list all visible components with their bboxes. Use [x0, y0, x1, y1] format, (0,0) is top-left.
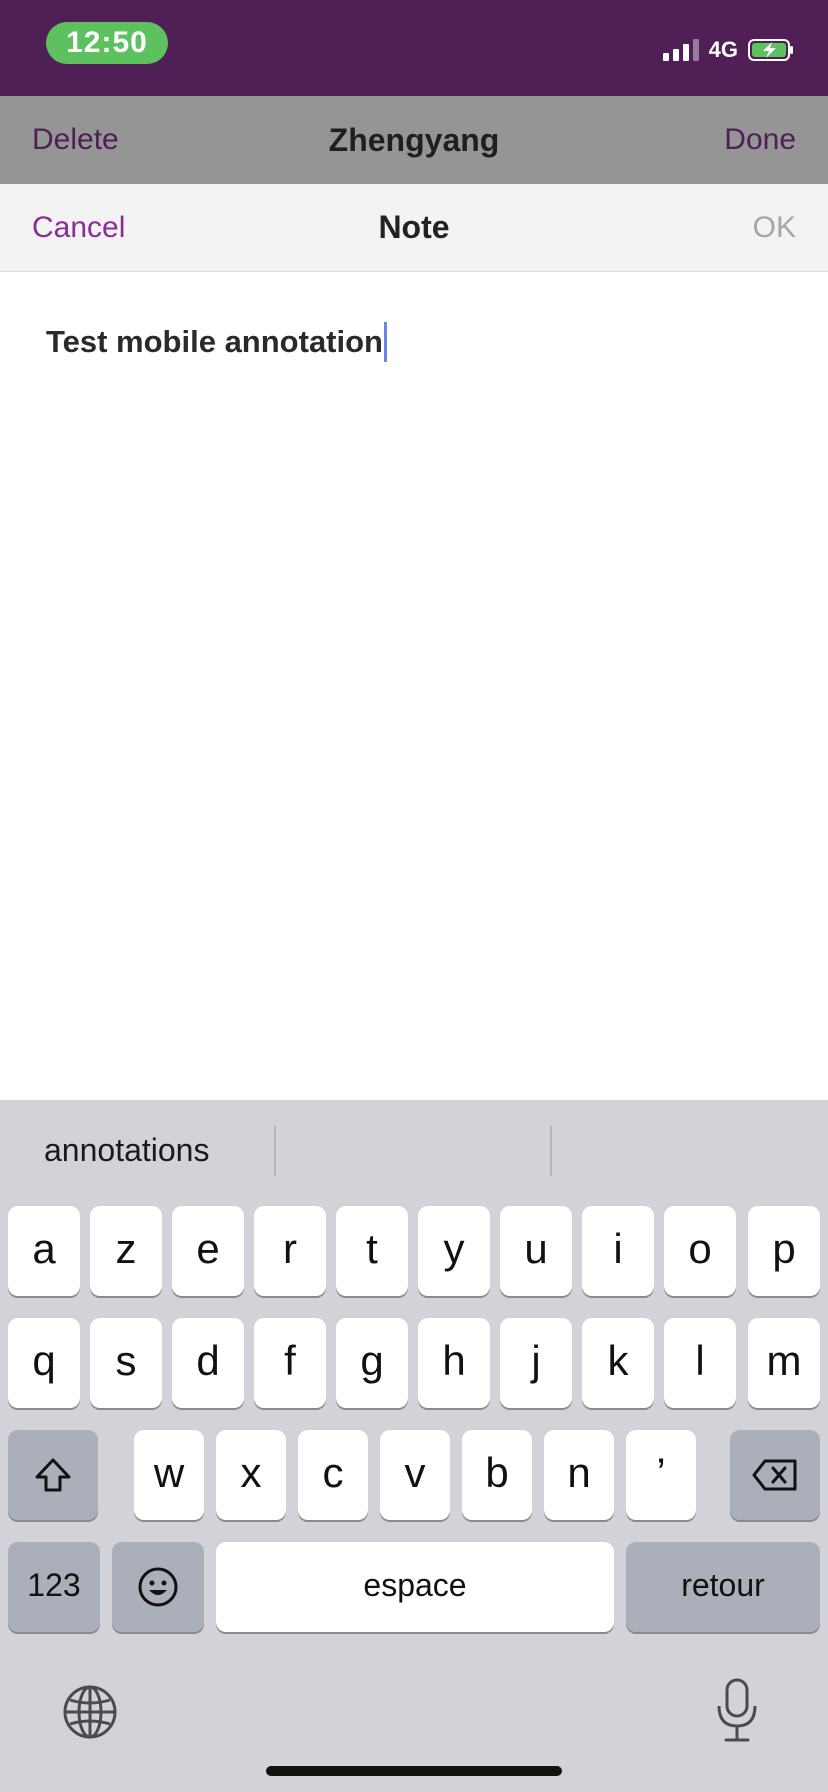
backspace-icon: [752, 1459, 797, 1491]
key-j[interactable]: j: [500, 1318, 572, 1408]
page-title: Zhengyang: [328, 122, 500, 158]
keyboard: annotations a z e r t y u i o p q s d f …: [0, 1100, 828, 1792]
emoji-key[interactable]: [112, 1542, 204, 1632]
key-apostrophe[interactable]: ’: [626, 1430, 696, 1520]
key-w[interactable]: w: [134, 1430, 204, 1520]
shift-key[interactable]: [8, 1430, 98, 1520]
key-h[interactable]: h: [418, 1318, 490, 1408]
suggestion-1[interactable]: annotations: [44, 1100, 209, 1200]
key-c[interactable]: c: [298, 1430, 368, 1520]
key-l[interactable]: l: [664, 1318, 736, 1408]
note-text-content[interactable]: Test mobile annotation: [46, 322, 387, 362]
suggestion-2[interactable]: [276, 1100, 550, 1200]
key-y[interactable]: y: [418, 1206, 490, 1296]
key-d[interactable]: d: [172, 1318, 244, 1408]
key-r[interactable]: r: [254, 1206, 326, 1296]
status-indicators: 4G: [662, 36, 794, 64]
suggestion-3[interactable]: [552, 1100, 828, 1200]
key-p[interactable]: p: [748, 1206, 820, 1296]
key-t[interactable]: t: [336, 1206, 408, 1296]
key-f[interactable]: f: [254, 1318, 326, 1408]
note-text-value: Test mobile annotation: [46, 324, 383, 359]
key-i[interactable]: i: [582, 1206, 654, 1296]
signal-bars-icon: [662, 39, 699, 61]
key-x[interactable]: x: [216, 1430, 286, 1520]
note-header: Cancel Note OK: [0, 184, 828, 272]
space-key[interactable]: espace: [216, 1542, 614, 1632]
note-title: Note: [378, 209, 450, 245]
key-k[interactable]: k: [582, 1318, 654, 1408]
microphone-icon[interactable]: [714, 1678, 760, 1744]
note-text-area[interactable]: Test mobile annotation: [0, 272, 828, 1100]
backspace-key[interactable]: [730, 1430, 820, 1520]
home-indicator[interactable]: [266, 1766, 562, 1776]
globe-icon[interactable]: [62, 1684, 118, 1740]
key-m[interactable]: m: [748, 1318, 820, 1408]
emoji-icon: [138, 1567, 178, 1607]
key-n[interactable]: n: [544, 1430, 614, 1520]
key-a[interactable]: a: [8, 1206, 80, 1296]
key-s[interactable]: s: [90, 1318, 162, 1408]
network-type: 4G: [708, 37, 738, 62]
key-u[interactable]: u: [500, 1206, 572, 1296]
numbers-key[interactable]: 123: [8, 1542, 100, 1632]
text-caret: [384, 322, 387, 362]
shift-icon: [35, 1458, 71, 1492]
key-z[interactable]: z: [90, 1206, 162, 1296]
ok-button[interactable]: OK: [753, 184, 796, 271]
key-o[interactable]: o: [664, 1206, 736, 1296]
key-v[interactable]: v: [380, 1430, 450, 1520]
key-g[interactable]: g: [336, 1318, 408, 1408]
key-e[interactable]: e: [172, 1206, 244, 1296]
key-q[interactable]: q: [8, 1318, 80, 1408]
suggestion-bar: annotations: [0, 1100, 828, 1200]
top-navigation-bar: Delete Zhengyang Done: [0, 96, 828, 184]
done-button[interactable]: Done: [724, 96, 796, 184]
key-b[interactable]: b: [462, 1430, 532, 1520]
return-key[interactable]: retour: [626, 1542, 820, 1632]
status-time: 12:50: [46, 22, 168, 64]
battery-charging-icon: [748, 39, 793, 61]
status-bar: 12:50 4G: [0, 0, 828, 96]
